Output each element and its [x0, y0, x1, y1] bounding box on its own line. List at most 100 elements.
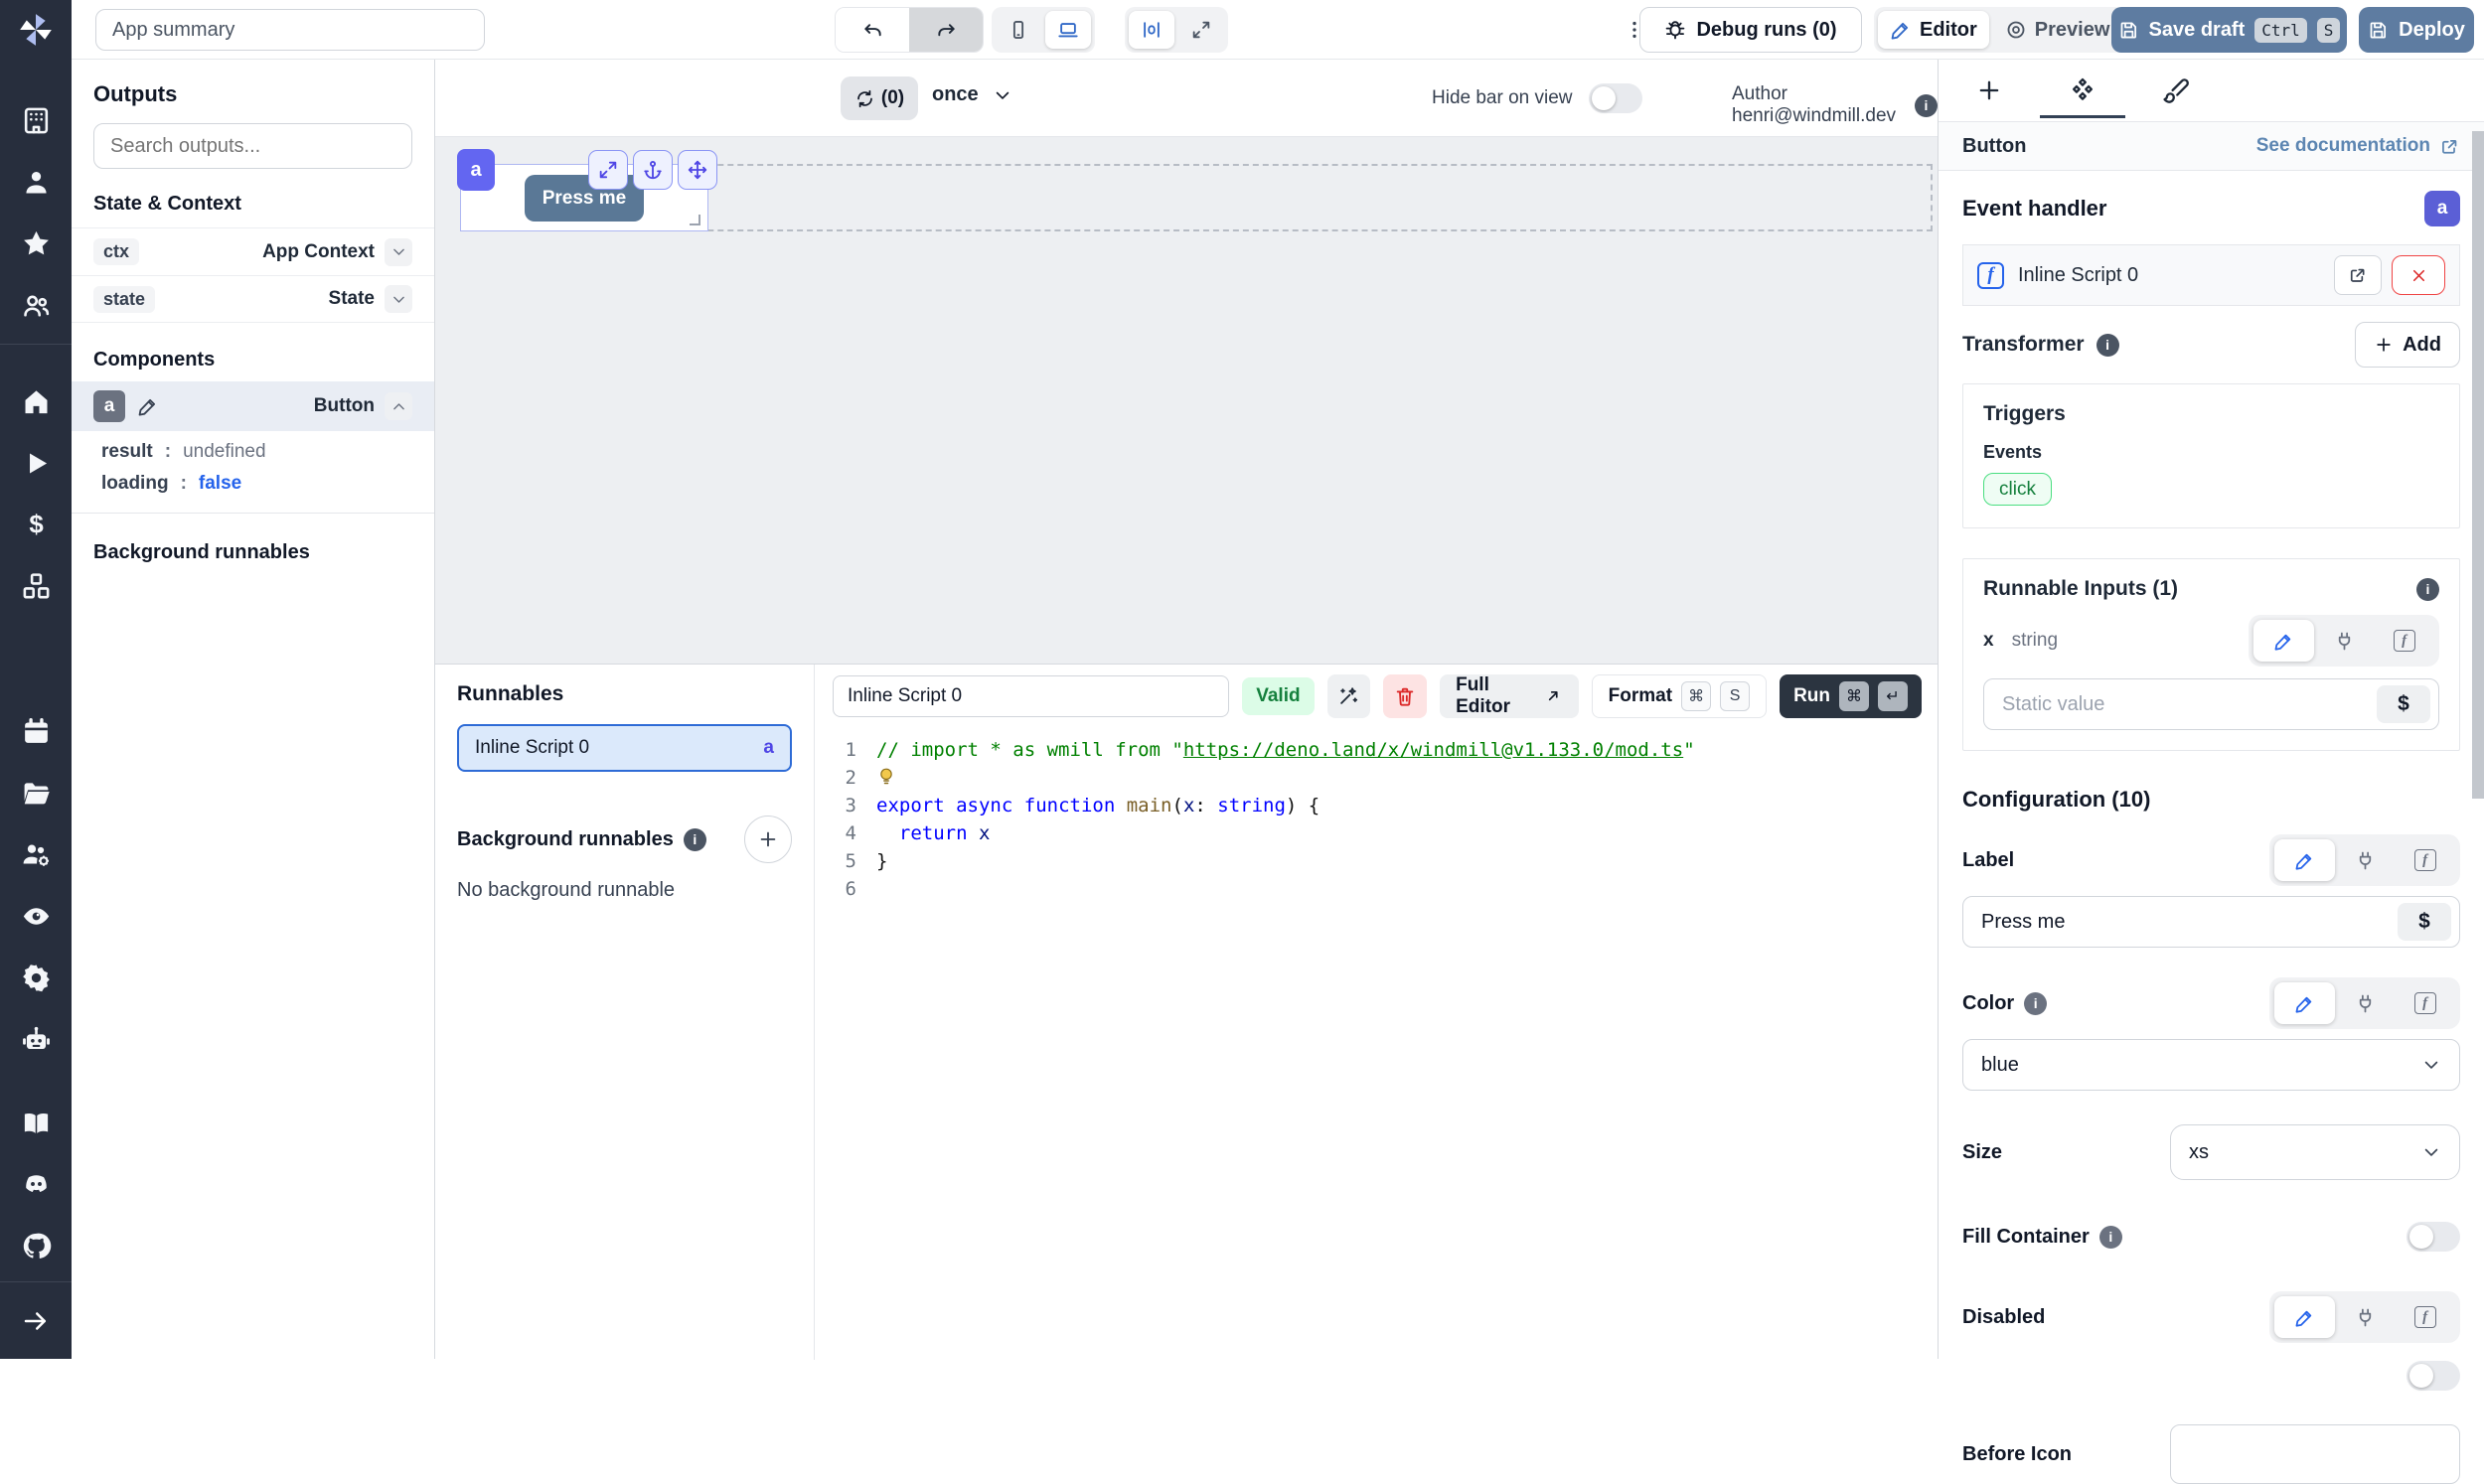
- center-content-button[interactable]: [1129, 11, 1174, 49]
- resize-handle[interactable]: [690, 215, 700, 225]
- collapse-sidebar-button[interactable]: [0, 1281, 72, 1359]
- script-name-input[interactable]: [833, 675, 1229, 717]
- mobile-view-button[interactable]: [996, 11, 1041, 49]
- connect-mode-button[interactable]: [2335, 982, 2396, 1024]
- sidebar-item-audit[interactable]: [0, 885, 72, 947]
- undo-button[interactable]: [836, 8, 909, 52]
- sidebar-item-workspace[interactable]: [0, 89, 72, 151]
- code-line[interactable]: 1// import * as wmill from "https://deno…: [815, 736, 1938, 764]
- schedule-dropdown[interactable]: once: [932, 83, 1012, 106]
- before-icon-select[interactable]: [2170, 1424, 2460, 1484]
- detach-script-button[interactable]: [2392, 255, 2445, 295]
- eval-mode-button[interactable]: f: [2395, 982, 2455, 1024]
- info-icon[interactable]: [2096, 334, 2119, 357]
- event-handler-script-row[interactable]: f Inline Script 0: [1962, 244, 2460, 306]
- code-line[interactable]: 5}: [815, 847, 1938, 875]
- sidebar-item-settings[interactable]: [0, 947, 72, 1008]
- lightbulb-icon[interactable]: [876, 766, 896, 786]
- component-collapse-button[interactable]: [385, 392, 412, 420]
- see-documentation-link[interactable]: See documentation: [2256, 135, 2460, 157]
- refresh-components-button[interactable]: (0): [841, 76, 918, 120]
- tab-component-settings[interactable]: [2062, 63, 2103, 118]
- format-button[interactable]: Format ⌘ S: [1592, 674, 1767, 718]
- eval-mode-button[interactable]: f: [2374, 620, 2434, 662]
- info-icon[interactable]: [2024, 992, 2047, 1015]
- deploy-button[interactable]: Deploy: [2359, 7, 2474, 53]
- eval-mode-button[interactable]: f: [2395, 1296, 2455, 1338]
- scrollbar-thumb[interactable]: [2472, 131, 2484, 799]
- add-transformer-button[interactable]: Add: [2355, 322, 2460, 368]
- code-line[interactable]: 2: [815, 764, 1938, 792]
- expand-component-button[interactable]: [588, 150, 628, 190]
- color-select[interactable]: blue: [1962, 1039, 2460, 1091]
- sidebar-item-variables[interactable]: $: [0, 494, 72, 555]
- sidebar-item-runs[interactable]: [0, 432, 72, 494]
- runnable-item-inline-script-0[interactable]: Inline Script 0 a: [457, 724, 792, 772]
- delete-script-button[interactable]: [1383, 674, 1427, 718]
- code-line[interactable]: 6: [815, 875, 1938, 903]
- tab-preview[interactable]: Preview: [1993, 11, 2122, 49]
- windmill-logo[interactable]: [0, 0, 72, 60]
- code-line[interactable]: 4 return x: [815, 819, 1938, 847]
- move-component-button[interactable]: [678, 150, 717, 190]
- tab-styling[interactable]: [2155, 63, 2197, 118]
- eval-mode-button[interactable]: f: [2395, 839, 2455, 881]
- app-canvas[interactable]: a Press me: [435, 137, 1938, 664]
- size-select[interactable]: xs: [2170, 1124, 2460, 1180]
- info-icon[interactable]: [2416, 578, 2439, 601]
- sidebar-item-user[interactable]: [0, 151, 72, 213]
- full-width-button[interactable]: [1178, 11, 1224, 49]
- edit-component-icon[interactable]: [137, 395, 159, 417]
- save-draft-button[interactable]: Save draft Ctrl S: [2111, 7, 2347, 53]
- sidebar-item-workers[interactable]: [0, 823, 72, 885]
- anchor-component-button[interactable]: [633, 150, 673, 190]
- full-editor-button[interactable]: Full Editor: [1440, 674, 1579, 718]
- template-dollar-button[interactable]: $: [2398, 903, 2451, 941]
- search-outputs-input[interactable]: [93, 123, 412, 169]
- ctx-expand-button[interactable]: [385, 238, 412, 266]
- open-script-button[interactable]: [2334, 255, 2382, 295]
- connect-mode-button[interactable]: [2335, 839, 2396, 881]
- sidebar-item-favorites[interactable]: [0, 213, 72, 274]
- run-button[interactable]: Run ⌘ ↵: [1780, 674, 1922, 718]
- sidebar-item-github[interactable]: [0, 1215, 72, 1276]
- sidebar-item-resources[interactable]: [0, 555, 72, 617]
- output-row-ctx[interactable]: ctx App Context: [72, 227, 434, 275]
- fill-container-toggle[interactable]: [2406, 1222, 2460, 1252]
- input-x-value-field[interactable]: Static value $: [1983, 678, 2439, 730]
- static-mode-button[interactable]: [2253, 620, 2314, 662]
- info-icon[interactable]: [1915, 94, 1938, 117]
- tab-insert-component[interactable]: [1968, 63, 2010, 118]
- ai-assist-button[interactable]: [1327, 674, 1371, 718]
- code-area[interactable]: 1// import * as wmill from "https://deno…: [815, 726, 1938, 903]
- sidebar-item-ai[interactable]: [0, 1008, 72, 1070]
- sidebar-item-docs[interactable]: [0, 1092, 72, 1153]
- add-background-runnable-button[interactable]: [744, 816, 792, 863]
- label-value-field[interactable]: Press me $: [1962, 896, 2460, 948]
- tab-editor[interactable]: Editor: [1878, 11, 1989, 49]
- info-icon[interactable]: [2099, 1226, 2122, 1249]
- static-mode-button[interactable]: [2274, 982, 2335, 1024]
- sidebar-item-groups[interactable]: [0, 274, 72, 336]
- state-expand-button[interactable]: [385, 285, 412, 313]
- sidebar-item-discord[interactable]: [0, 1153, 72, 1215]
- connect-mode-button[interactable]: [2335, 1296, 2396, 1338]
- sidebar-item-home[interactable]: [0, 371, 72, 432]
- disabled-toggle[interactable]: [2406, 1361, 2460, 1391]
- static-mode-button[interactable]: [2274, 1296, 2335, 1338]
- static-mode-button[interactable]: [2274, 839, 2335, 881]
- connect-mode-button[interactable]: [2314, 620, 2375, 662]
- debug-runs-button[interactable]: Debug runs (0): [1639, 7, 1862, 53]
- output-row-state[interactable]: state State: [72, 275, 434, 323]
- sidebar-item-schedules[interactable]: [0, 700, 72, 762]
- info-icon[interactable]: [684, 828, 706, 851]
- desktop-view-button[interactable]: [1045, 11, 1091, 49]
- redo-button[interactable]: [909, 8, 983, 52]
- function-icon: f: [2394, 630, 2415, 652]
- sidebar-item-folders[interactable]: [0, 762, 72, 823]
- hide-bar-toggle[interactable]: [1589, 83, 1642, 113]
- template-dollar-button[interactable]: $: [2377, 685, 2430, 723]
- app-summary-input[interactable]: [95, 9, 485, 51]
- code-line[interactable]: 3export async function main(x: string) {: [815, 792, 1938, 819]
- component-output-header[interactable]: a Button: [72, 381, 434, 431]
